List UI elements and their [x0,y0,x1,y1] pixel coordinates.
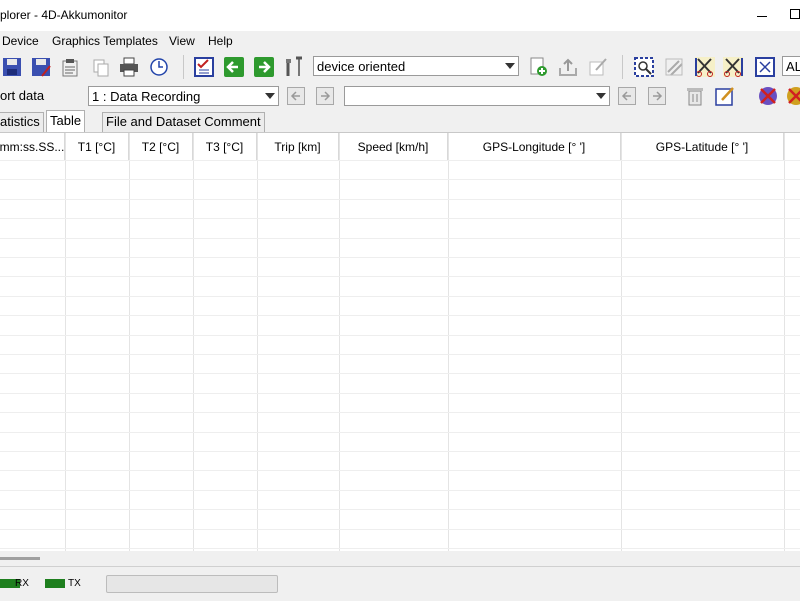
cut-right-icon[interactable] [721,55,745,79]
tab-table[interactable]: Table [46,110,86,132]
row-divider [0,393,800,394]
export-icon[interactable] [556,55,580,79]
chevron-down-icon [596,93,606,99]
arrow-right-icon [653,91,663,101]
progress-bar [106,575,278,593]
menu-bar: Device Graphics Templates View Help [0,31,800,52]
column-header-t3[interactable]: T3 [°C] [193,133,257,160]
toolbar-separator [622,55,623,79]
checklist-icon[interactable] [192,55,216,79]
trash-icon[interactable] [683,84,707,108]
row-divider [0,315,800,316]
row-divider [0,432,800,433]
arrow-left-icon [621,91,631,101]
view-mode-value: device oriented [317,59,406,74]
chevron-down-icon [265,93,275,99]
save-as-icon[interactable] [29,55,53,79]
row-divider [0,548,800,549]
row-divider [0,354,800,355]
clock-icon[interactable] [147,55,171,79]
column-header-time[interactable]: mm:ss.SS... [0,133,65,160]
delete-globe-icon[interactable] [756,84,780,108]
print-icon[interactable] [117,55,141,79]
record-select[interactable]: 1 : Data Recording [88,86,279,106]
row-divider [0,470,800,471]
row-divider [0,257,800,258]
edit-record-icon[interactable] [713,84,737,108]
row-divider [0,296,800,297]
arrow-right-icon [321,91,331,101]
column-header-t1[interactable]: T1 [°C] [65,133,129,160]
comment-select[interactable] [344,86,610,106]
data-toolbar: ort data 1 : Data Recording [0,82,800,110]
menu-help[interactable]: Help [208,34,233,48]
menu-view[interactable]: View [169,34,195,48]
row-divider [0,509,800,510]
all-select[interactable]: AL [782,56,800,76]
prev-comment-button[interactable] [618,87,636,105]
cut-left-icon[interactable] [693,55,717,79]
tx-label: TX [68,578,81,589]
window-title: plorer - 4D-Akkumonitor [0,8,128,22]
title-bar: plorer - 4D-Akkumonitor [0,0,800,31]
toolbar-separator [183,55,184,79]
next-comment-button[interactable] [648,87,666,105]
all-select-value: AL [786,59,800,74]
row-divider [0,238,800,239]
row-divider [0,373,800,374]
column-header-t2[interactable]: T2 [°C] [129,133,193,160]
prev-record-button[interactable] [287,87,305,105]
column-header-trip[interactable]: Trip [km] [257,133,339,160]
row-divider [0,199,800,200]
maximize-button[interactable] [790,9,800,19]
delete-all-icon[interactable] [784,84,800,108]
tab-file-and-dataset-comment[interactable]: File and Dataset Comment [102,112,265,132]
clipboard-icon[interactable] [58,55,82,79]
menu-device[interactable]: Device [2,34,39,48]
zoom-window-icon[interactable] [632,55,656,79]
arrow-left-icon[interactable] [222,55,246,79]
add-document-icon[interactable] [526,55,550,79]
tab-statistics[interactable]: atistics [0,112,44,132]
main-toolbar: device oriented AL [0,52,800,82]
save-icon[interactable] [0,55,24,79]
row-divider [0,160,800,161]
fit-window-icon[interactable] [753,55,777,79]
rx-label: RX [15,578,29,589]
pan-icon[interactable] [662,55,686,79]
port-data-label: ort data [0,88,45,103]
next-record-button[interactable] [316,87,334,105]
column-header-gps-latitude[interactable]: GPS-Latitude [° '] [621,133,784,160]
row-divider [0,335,800,336]
edit-icon[interactable] [586,55,610,79]
minimize-button[interactable] [752,6,772,26]
tab-bar: atistics Table File and Dataset Comment [0,110,800,132]
arrow-left-icon [290,91,300,101]
tx-indicator [45,579,65,588]
column-header-gps-longitude[interactable]: GPS-Longitude [° '] [448,133,621,160]
view-mode-select[interactable]: device oriented [313,56,519,76]
menu-graphics-templates[interactable]: Graphics Templates [52,34,158,48]
copy-icon[interactable] [89,55,113,79]
status-bar: RX TX [0,566,800,601]
row-divider [0,218,800,219]
chevron-down-icon [505,63,515,69]
row-divider [0,179,800,180]
row-divider [0,412,800,413]
scrollbar-thumb[interactable] [0,557,40,560]
horizontal-scrollbar[interactable] [0,551,800,565]
row-divider [0,451,800,452]
record-select-value: 1 : Data Recording [92,89,201,104]
data-table[interactable]: mm:ss.SS... T1 [°C] T2 [°C] T3 [°C] Trip… [0,132,800,552]
column-header-speed[interactable]: Speed [km/h] [339,133,448,160]
tools-icon[interactable] [282,55,306,79]
row-divider [0,529,800,530]
row-divider [0,490,800,491]
arrow-right-icon[interactable] [252,55,276,79]
row-divider [0,276,800,277]
